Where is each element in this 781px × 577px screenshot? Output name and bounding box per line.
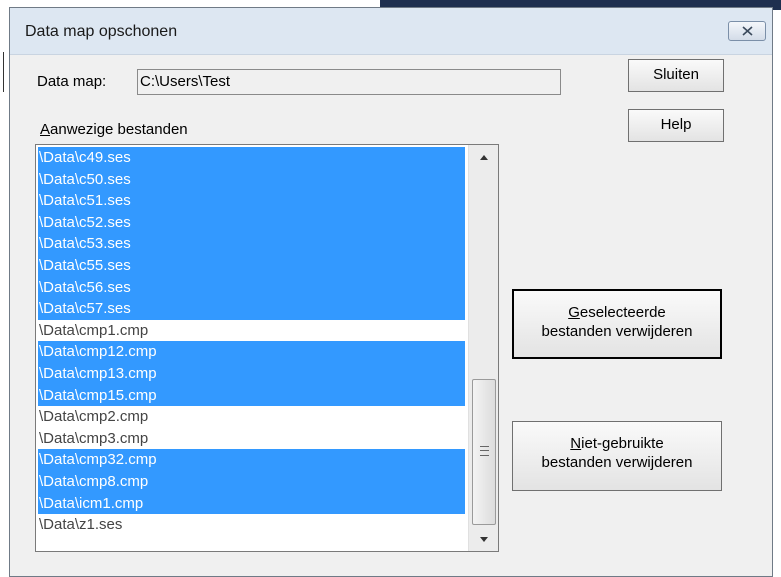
scroll-grip-icon xyxy=(480,446,489,456)
file-list-item[interactable]: \Data\c55.ses xyxy=(38,254,465,277)
close-x-icon xyxy=(742,26,753,36)
delete-unused-accel: N xyxy=(570,435,582,452)
file-list-item[interactable]: \Data\cmp12.cmp xyxy=(38,341,465,363)
file-list-item[interactable]: \Data\c56.ses xyxy=(38,276,465,299)
file-list-item[interactable]: \Data\c50.ses xyxy=(38,168,465,191)
files-list-label: Aanwezige bestanden xyxy=(40,121,188,138)
file-list-item[interactable]: \Data\c57.ses xyxy=(38,298,465,320)
files-list-label-text: anwezige bestanden xyxy=(50,121,188,138)
files-list-label-accel: A xyxy=(40,121,51,138)
data-map-path-field: C:\Users\Test xyxy=(137,69,561,95)
close-window-button[interactable] xyxy=(728,21,766,41)
file-list-item[interactable]: \Data\cmp3.cmp xyxy=(38,428,465,450)
help-button[interactable]: Help xyxy=(628,109,724,142)
scrollbar-thumb[interactable] xyxy=(472,379,496,525)
file-list-item[interactable]: \Data\cmp13.cmp xyxy=(38,362,465,385)
data-map-label: Data map: xyxy=(37,73,107,90)
file-list-item[interactable]: \Data\c51.ses xyxy=(38,190,465,212)
scroll-up-button[interactable] xyxy=(469,145,498,169)
delete-selected-line1: Geselecteerde xyxy=(514,303,720,322)
dialog-window: Data map opschonen Data map: C:\Users\Te… xyxy=(9,7,773,577)
vertical-scrollbar[interactable] xyxy=(468,145,498,551)
window-title: Data map opschonen xyxy=(25,23,178,40)
title-bar[interactable]: Data map opschonen xyxy=(10,8,772,55)
file-list-item[interactable]: \Data\cmp32.cmp xyxy=(38,449,465,471)
scroll-down-button[interactable] xyxy=(469,527,498,551)
file-list-item[interactable]: \Data\c53.ses xyxy=(38,233,465,255)
file-list-item[interactable]: \Data\cmp1.cmp xyxy=(38,320,465,342)
desktop: Data map opschonen Data map: C:\Users\Te… xyxy=(0,0,781,577)
scroll-down-arrow-icon xyxy=(480,537,488,542)
file-list-item[interactable]: \Data\cmp15.cmp xyxy=(38,384,465,407)
delete-unused-line1: Niet-gebruikte xyxy=(513,434,721,453)
file-list-item[interactable]: \Data\c52.ses xyxy=(38,211,465,234)
file-list-item[interactable]: \Data\cmp8.cmp xyxy=(38,470,465,493)
files-listbox[interactable]: \Data\c49.ses \Data\c50.ses \Data\c51.ses \… xyxy=(35,144,499,552)
delete-selected-line1-text: eselecteerde xyxy=(579,304,666,321)
delete-selected-accel: G xyxy=(568,304,580,321)
close-button[interactable]: Sluiten xyxy=(628,59,724,92)
file-list-item[interactable]: \Data\cmp2.cmp xyxy=(38,406,465,428)
file-list-item[interactable]: \Data\z1.ses xyxy=(38,514,465,536)
delete-selected-line2: bestanden verwijderen xyxy=(541,323,693,340)
delete-unused-line1-text: iet-gebruikte xyxy=(581,435,664,452)
files-list-items: \Data\c49.ses \Data\c50.ses \Data\c51.ses \… xyxy=(38,147,465,536)
file-list-item[interactable]: \Data\icm1.cmp xyxy=(38,492,465,515)
delete-unused-line2: bestanden verwijderen xyxy=(541,454,693,471)
delete-unused-files-button[interactable]: Niet-gebruikte bestanden verwijderen xyxy=(512,421,722,491)
scroll-up-arrow-icon xyxy=(480,155,488,160)
file-list-item[interactable]: \Data\c49.ses xyxy=(38,147,465,169)
delete-selected-files-button[interactable]: Geselecteerde bestanden verwijderen xyxy=(512,289,722,359)
